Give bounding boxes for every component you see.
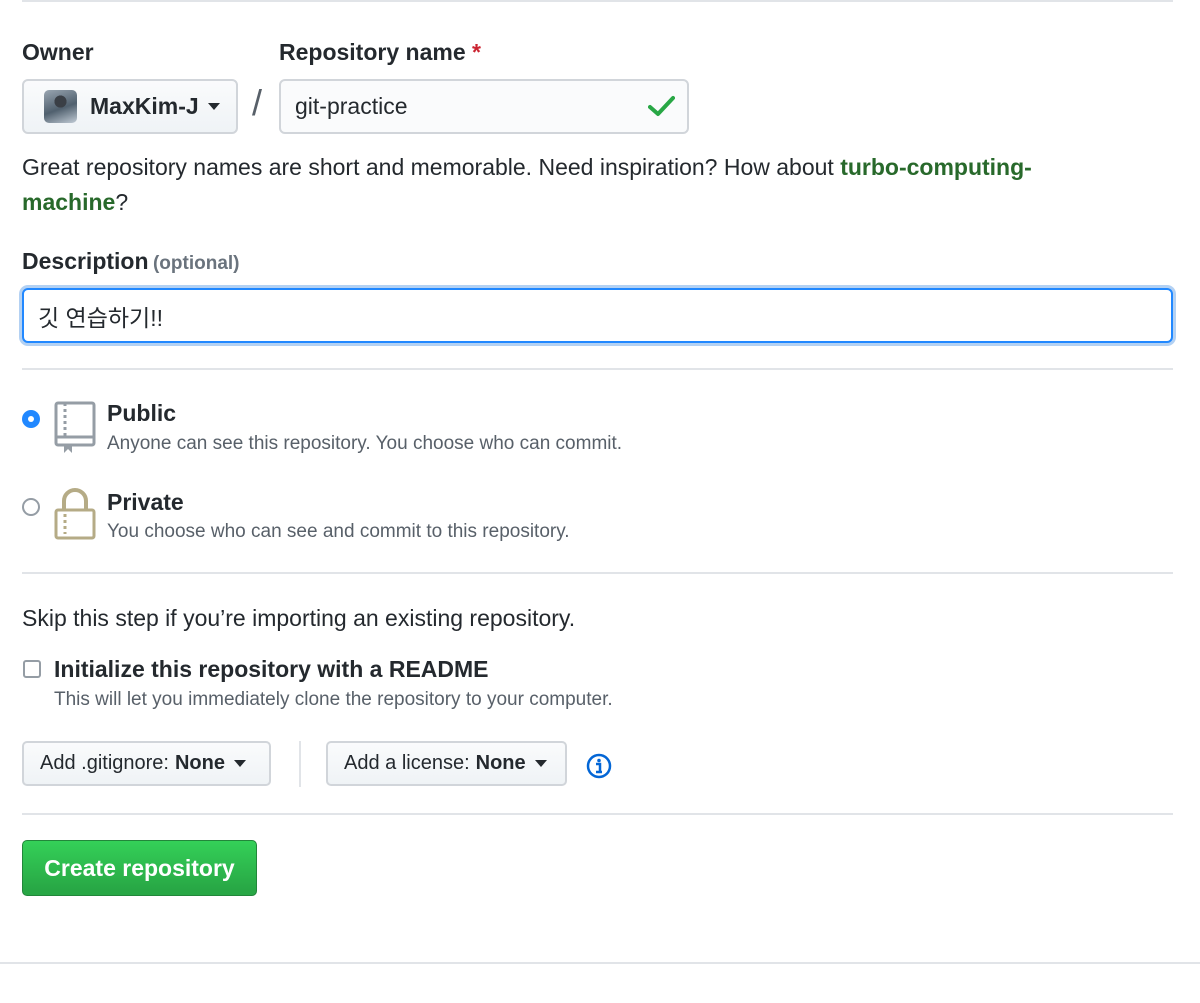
required-mark: * bbox=[472, 39, 481, 65]
top-divider bbox=[22, 0, 1173, 2]
public-title: Public bbox=[107, 400, 177, 426]
create-repository-button[interactable]: Create repository bbox=[22, 840, 257, 896]
private-title: Private bbox=[107, 489, 184, 515]
gitignore-label: Add .gitignore: bbox=[40, 752, 169, 774]
description-label-text: Description bbox=[22, 248, 149, 274]
repo-name-input[interactable] bbox=[279, 79, 689, 134]
readme-label: Initialize this repository with a README bbox=[54, 656, 489, 682]
help-suffix: ? bbox=[115, 189, 129, 215]
owner-name: MaxKim-J bbox=[90, 93, 199, 119]
chevron-down-icon bbox=[207, 103, 220, 110]
repo-name-label: Repository name * bbox=[279, 39, 481, 66]
suggestion-part-2: machine bbox=[22, 189, 116, 215]
gitignore-value: None bbox=[174, 752, 225, 774]
section-divider bbox=[22, 368, 1173, 370]
owner-select-button[interactable]: MaxKim-J bbox=[22, 79, 238, 134]
owner-label: Owner bbox=[22, 39, 94, 65]
readme-description: This will let you immediately clone the … bbox=[54, 689, 613, 710]
owner-repo-separator: / bbox=[252, 82, 263, 123]
avatar bbox=[44, 90, 77, 123]
section-divider bbox=[22, 572, 1173, 574]
license-label: Add a license: bbox=[344, 752, 470, 774]
help-text: Great repository names are short and mem… bbox=[22, 154, 841, 180]
chevron-down-icon bbox=[233, 760, 246, 767]
optional-tag: (optional) bbox=[152, 253, 240, 274]
suggestion-part-1: turbo-computing- bbox=[840, 154, 1032, 180]
check-icon bbox=[648, 96, 675, 116]
button-separator bbox=[299, 741, 301, 787]
private-description: You choose who can see and commit to thi… bbox=[107, 521, 570, 542]
repo-name-label-text: Repository name bbox=[279, 39, 466, 65]
readme-checkbox[interactable] bbox=[23, 660, 41, 678]
gitignore-select-button[interactable]: Add .gitignore: None bbox=[22, 741, 271, 786]
description-label: Description (optional) bbox=[22, 248, 240, 275]
license-select-button[interactable]: Add a license: None bbox=[326, 741, 567, 786]
private-radio[interactable] bbox=[22, 498, 40, 516]
info-icon[interactable] bbox=[586, 753, 612, 779]
bottom-divider bbox=[0, 962, 1200, 964]
repo-icon bbox=[54, 401, 96, 453]
repo-name-help: Great repository names are short and mem… bbox=[22, 150, 1142, 220]
lock-icon bbox=[54, 488, 96, 540]
chevron-down-icon bbox=[534, 760, 547, 767]
import-note: Skip this step if you’re importing an ex… bbox=[22, 605, 576, 631]
section-divider bbox=[22, 813, 1173, 815]
public-radio[interactable] bbox=[22, 410, 40, 428]
license-value: None bbox=[475, 752, 526, 774]
description-input[interactable] bbox=[22, 288, 1173, 343]
public-description: Anyone can see this repository. You choo… bbox=[107, 433, 623, 454]
